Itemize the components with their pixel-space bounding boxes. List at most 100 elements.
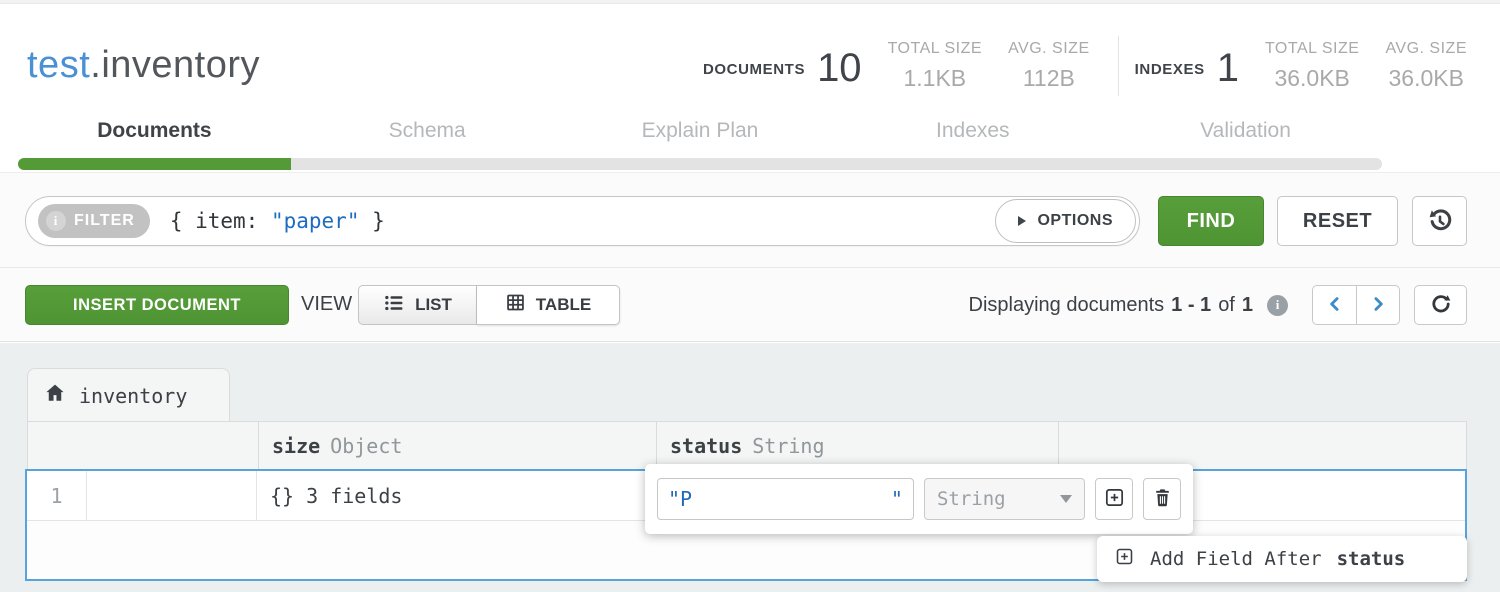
column-name: status xyxy=(670,434,742,458)
history-icon xyxy=(1426,206,1454,237)
view-table-button[interactable]: TABLE xyxy=(477,285,620,325)
type-label: String xyxy=(937,488,1006,510)
total-size-label: TOTAL SIZE xyxy=(1265,40,1360,58)
row-empty-cell[interactable] xyxy=(87,471,257,520)
namespace-dot: . xyxy=(90,44,101,86)
indexes-label: INDEXES xyxy=(1135,61,1205,78)
filter-info-icon[interactable]: i xyxy=(46,211,66,231)
tab-indexes[interactable]: Indexes xyxy=(836,108,1109,172)
indexes-total-size: TOTAL SIZE 36.0KB xyxy=(1265,40,1360,92)
view-label: VIEW xyxy=(301,293,352,316)
tab-documents[interactable]: Documents xyxy=(18,108,291,172)
of-text: of xyxy=(1218,294,1235,317)
breadcrumb-collection-tab[interactable]: inventory xyxy=(27,368,230,422)
tab-label: Schema xyxy=(291,108,564,154)
compass-collection-view: test.inventory DOCUMENTS 10 TOTAL SIZE 1… xyxy=(0,0,1500,592)
tab-schema[interactable]: Schema xyxy=(291,108,564,172)
tab-validation[interactable]: Validation xyxy=(1109,108,1382,172)
insert-document-button[interactable]: INSERT DOCUMENT xyxy=(25,285,289,325)
disclosure-triangle-icon xyxy=(1018,216,1026,226)
add-field-button[interactable] xyxy=(1095,478,1133,520)
avg-size-label: AVG. SIZE xyxy=(1385,40,1467,58)
query-bar: i FILTER { item: "paper" } OPTIONS FIND … xyxy=(0,172,1500,268)
header-cell-trailing xyxy=(1058,422,1466,470)
avg-size-label: AVG. SIZE xyxy=(1008,40,1090,58)
header-cell-empty xyxy=(28,422,258,470)
table-label: TABLE xyxy=(536,295,591,315)
add-field-after-menu-item[interactable]: Add Field After status xyxy=(1097,536,1467,582)
indexes-count: 1 xyxy=(1217,48,1239,88)
edited-value: "P xyxy=(668,487,692,511)
row-size-cell[interactable]: {} 3 fields xyxy=(257,471,655,520)
collection-name: inventory xyxy=(101,44,260,86)
indexes-avg-size: AVG. SIZE 36.0KB xyxy=(1385,40,1467,92)
documents-total-size: TOTAL SIZE 1.1KB xyxy=(888,40,983,92)
trash-icon xyxy=(1152,487,1173,511)
namespace-title: test.inventory xyxy=(27,44,260,87)
column-name: size xyxy=(272,434,320,458)
tab-label: Validation xyxy=(1109,108,1382,154)
table-view-area: inventory size Object status String 1 {}… xyxy=(0,343,1500,592)
find-button[interactable]: FIND xyxy=(1158,196,1264,246)
filter-label: FILTER xyxy=(74,212,135,230)
list-icon xyxy=(383,292,405,319)
pagination-controls: Displaying documents 1 - 1 of 1 i xyxy=(969,285,1468,325)
column-type: String xyxy=(752,434,824,458)
query-suffix: } xyxy=(359,209,384,233)
indexes-stat: INDEXES 1 xyxy=(1135,48,1239,88)
collection-tab-bar: Documents Schema Explain Plan Indexes Va… xyxy=(18,108,1382,172)
tab-indicator xyxy=(291,158,564,170)
header-cell-status: status String xyxy=(656,422,1058,470)
avg-size-value: 36.0KB xyxy=(1388,65,1463,92)
tab-label: Indexes xyxy=(836,108,1109,154)
add-square-icon xyxy=(1114,546,1135,572)
table-icon xyxy=(505,292,526,318)
total-size-label: TOTAL SIZE xyxy=(888,40,983,58)
value-text: P xyxy=(680,487,692,511)
tab-label: Explain Plan xyxy=(564,108,837,154)
documents-avg-size: AVG. SIZE 112B xyxy=(1008,40,1090,92)
previous-page-button[interactable] xyxy=(1312,285,1356,325)
header-cell-size: size Object xyxy=(258,422,656,470)
filter-input-box[interactable]: i FILTER { item: "paper" } OPTIONS xyxy=(25,196,1140,246)
home-icon xyxy=(44,382,66,409)
filter-pill: i FILTER xyxy=(38,204,150,238)
options-button[interactable]: OPTIONS xyxy=(995,199,1136,243)
displaying-text: Displaying documents xyxy=(969,294,1165,317)
query-prefix: { item: xyxy=(170,209,271,233)
collection-header: test.inventory DOCUMENTS 10 TOTAL SIZE 1… xyxy=(0,4,1500,108)
page-nav xyxy=(1312,285,1400,325)
avg-size-value: 112B xyxy=(1023,65,1075,92)
reset-button[interactable]: RESET xyxy=(1277,196,1398,246)
collection-stats: DOCUMENTS 10 TOTAL SIZE 1.1KB AVG. SIZE … xyxy=(703,34,1467,96)
documents-stat: DOCUMENTS 10 xyxy=(703,48,862,88)
total-size-value: 36.0KB xyxy=(1274,65,1349,92)
delete-field-button[interactable] xyxy=(1143,478,1181,520)
query-string-value: "paper" xyxy=(271,209,360,233)
document-range: 1 - 1 xyxy=(1171,294,1211,317)
tab-active-indicator xyxy=(18,158,291,170)
cell-value-input[interactable]: "P " xyxy=(657,478,914,520)
cell-editor-popup: "P " String xyxy=(645,464,1193,534)
add-square-icon xyxy=(1103,486,1126,512)
total-size-value: 1.1KB xyxy=(903,65,966,92)
chevron-left-icon xyxy=(1325,294,1345,317)
view-list-button[interactable]: LIST xyxy=(358,285,477,325)
refresh-documents-button[interactable] xyxy=(1414,285,1467,325)
open-quote: " xyxy=(668,487,680,511)
list-label: LIST xyxy=(415,295,452,315)
filter-query-input[interactable]: { item: "paper" } xyxy=(170,209,385,233)
add-field-label: Add Field After xyxy=(1150,548,1322,570)
chevron-right-icon xyxy=(1368,294,1388,317)
document-total: 1 xyxy=(1242,294,1253,317)
add-field-target: status xyxy=(1337,548,1406,570)
query-history-button[interactable] xyxy=(1412,196,1467,246)
pagination-info-icon[interactable]: i xyxy=(1267,295,1288,316)
next-page-button[interactable] xyxy=(1356,285,1400,325)
bson-type-dropdown[interactable]: String xyxy=(924,478,1085,520)
tab-explain-plan[interactable]: Explain Plan xyxy=(564,108,837,172)
caret-down-icon xyxy=(1060,495,1072,503)
stats-divider xyxy=(1118,36,1119,96)
tab-indicator xyxy=(564,158,837,170)
view-switcher: LIST TABLE xyxy=(358,285,620,325)
